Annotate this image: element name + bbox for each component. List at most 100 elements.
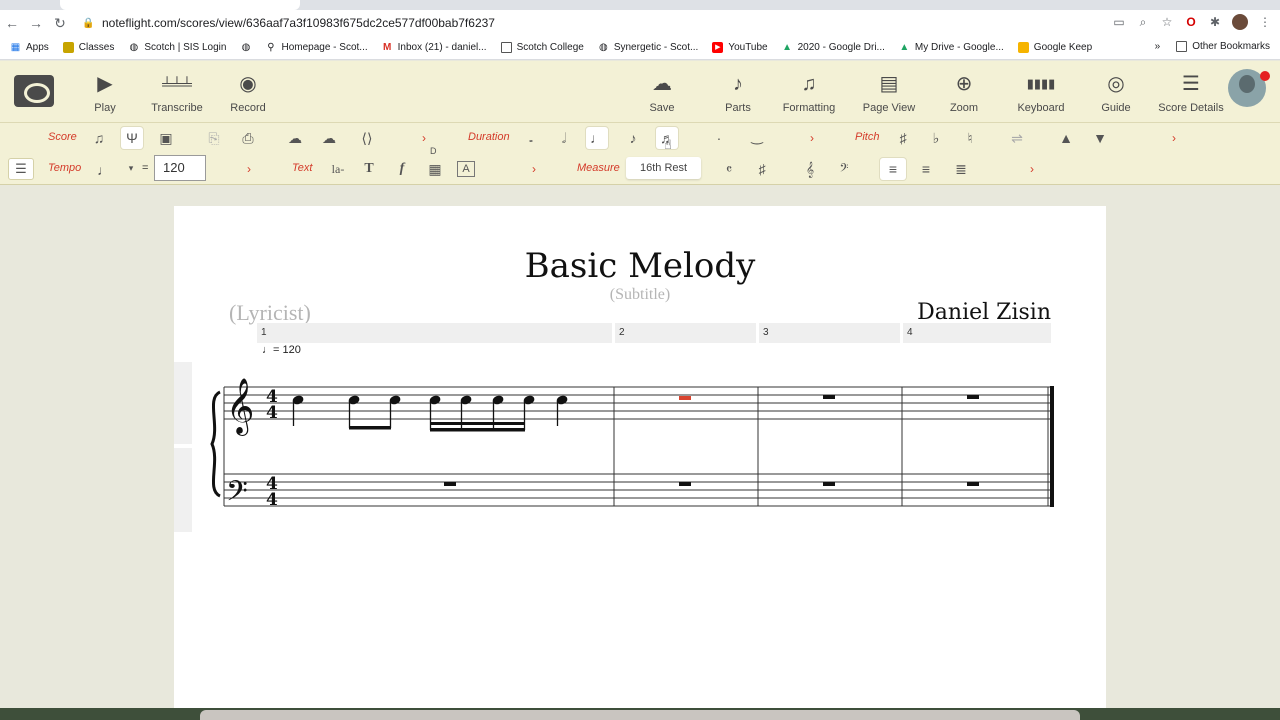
gmail-icon: M — [382, 42, 392, 53]
zoom-icon[interactable]: ⌕ — [1136, 15, 1150, 30]
time-signature-icon[interactable]: 𝄴 — [718, 158, 740, 180]
barline-double-icon[interactable]: ≡ — [915, 158, 937, 180]
macos-dock[interactable] — [200, 710, 1080, 720]
active-tab[interactable] — [60, 0, 300, 10]
whole-rest-m2-bass — [679, 482, 691, 486]
score-title[interactable]: Basic Melody — [174, 246, 1106, 286]
save-button[interactable]: ☁ Save — [642, 71, 682, 114]
bookmark-sis-login[interactable]: ◍ Scotch | SIS Login — [128, 42, 227, 53]
half-note-icon[interactable]: 𝅗𝅥 — [553, 127, 575, 149]
flat-icon[interactable]: ♭ — [925, 127, 947, 149]
list-icon: ☰ — [1182, 73, 1200, 95]
tempo-input[interactable]: 120 — [154, 155, 206, 181]
music-doc-icon: ♫ — [801, 73, 817, 95]
transcribe-button[interactable]: ╧╧╧ Transcribe — [146, 71, 208, 114]
score-details-button[interactable]: ☰ Score Details — [1156, 71, 1226, 114]
browser-profile-avatar[interactable] — [1232, 14, 1248, 30]
natural-icon[interactable]: ♮ — [959, 127, 981, 149]
duration-section-label: Duration — [468, 131, 510, 143]
cast-icon[interactable]: ▭ — [1112, 15, 1126, 29]
bookmark-google-drive-2020[interactable]: ▲ 2020 - Google Dri... — [782, 42, 885, 53]
cloud-download-icon[interactable]: ☁ — [318, 127, 340, 149]
lyric-icon[interactable]: la- — [324, 158, 352, 180]
guide-button[interactable]: ◎ Guide — [1092, 71, 1140, 114]
measure-number-1[interactable]: 1 — [257, 323, 612, 343]
tempo-note-dropdown-icon[interactable]: ▾ — [120, 157, 142, 179]
back-icon[interactable]: ← — [0, 15, 24, 31]
record-button[interactable]: ◉ Record — [226, 71, 270, 114]
play-button[interactable]: ▶ Play — [85, 71, 125, 114]
tuning-fork-icon[interactable]: Ψ — [121, 127, 143, 149]
star-icon[interactable]: ☆ — [1160, 15, 1174, 29]
instrument-guitar-icon[interactable]: ♫ — [88, 127, 110, 149]
score-composer[interactable]: Daniel Zisin — [917, 300, 1051, 325]
bookmark-my-drive[interactable]: ▲ My Drive - Google... — [899, 42, 1003, 53]
measure-number-2[interactable]: 2 — [615, 323, 756, 343]
chord-symbol-icon[interactable]: D ▦ — [424, 146, 446, 180]
forward-icon[interactable]: → — [24, 15, 48, 31]
print-icon[interactable]: ⎙ — [237, 127, 259, 149]
bookmark-apps[interactable]: ▦ Apps — [10, 42, 49, 53]
copy-icon[interactable]: ⎘ — [203, 127, 225, 149]
folder-icon — [500, 42, 512, 53]
opera-extension-icon[interactable]: O — [1184, 15, 1198, 29]
extensions-puzzle-icon[interactable]: ✱ — [1208, 15, 1222, 29]
bookmark-scotch-college[interactable]: Scotch College — [500, 42, 584, 53]
measure-section-label: Measure — [577, 162, 620, 174]
noteflight-logo[interactable] — [14, 75, 54, 107]
zoom-button[interactable]: ⊕ Zoom — [940, 71, 988, 114]
eighth-note-icon[interactable]: ♪ — [622, 127, 644, 149]
drive-icon: ▲ — [899, 42, 910, 53]
keyboard-button[interactable]: ▮▮▮▮ Keyboard — [1012, 71, 1070, 114]
text-icon[interactable]: T — [358, 158, 380, 180]
reload-icon[interactable]: ↻ — [48, 15, 72, 32]
key-signature-icon[interactable]: ♯ — [751, 158, 773, 180]
palette-menu-button[interactable]: ☰ — [8, 158, 34, 180]
bookmark-inbox[interactable]: M Inbox (21) - daniel... — [382, 42, 487, 53]
url-field[interactable]: 🔒 noteflight.com/scores/view/636aaf7a3f1… — [82, 13, 1182, 33]
pitch-more-arrow[interactable]: › — [1172, 131, 1176, 145]
address-bar-row: ← → ↻ 🔒 noteflight.com/scores/view/636aa… — [0, 10, 1280, 36]
rehearsal-mark-icon[interactable]: A — [457, 161, 475, 177]
duration-more-arrow[interactable]: › — [810, 131, 814, 145]
measure-more-arrow[interactable]: › — [1030, 162, 1034, 176]
sharp-icon[interactable]: ♯ — [892, 127, 914, 149]
barline-single-icon[interactable]: ≡ — [880, 158, 906, 180]
score-page[interactable]: Basic Melody (Subtitle) (Lyricist) Danie… — [174, 206, 1106, 720]
tempo-note-icon[interactable]: ♩ — [93, 159, 115, 181]
browser-menu-icon[interactable]: ⋮ — [1258, 15, 1272, 29]
pitch-up-icon[interactable]: ▲ — [1055, 127, 1077, 149]
bookmarks-overflow[interactable]: » — [1155, 41, 1161, 52]
barline-final-icon[interactable]: ≣ — [950, 158, 972, 180]
tempo-more-arrow[interactable]: › — [247, 162, 251, 176]
staff-system[interactable]: 𝄞 𝄢 4 4 4 4 — [174, 356, 1106, 696]
measure-number-3[interactable]: 3 — [759, 323, 900, 343]
formatting-button[interactable]: ♫ Formatting — [780, 71, 838, 114]
tempo-marking[interactable]: ♩= 120 — [262, 344, 301, 356]
score-doc-icon[interactable]: ▣ — [155, 127, 177, 149]
quarter-note-icon[interactable]: ♩ — [586, 127, 608, 149]
parts-button[interactable]: ♪ Parts — [718, 71, 758, 114]
enharmonic-icon[interactable]: ⇌ — [1006, 127, 1028, 149]
score-more-arrow[interactable]: › — [422, 131, 426, 145]
treble-clef-icon[interactable]: 𝄞 — [799, 158, 821, 180]
bookmark-classes[interactable]: Classes — [62, 42, 114, 53]
dynamic-icon[interactable]: f — [391, 158, 413, 180]
dot-icon[interactable]: · — [708, 127, 730, 149]
folder-icon — [62, 42, 74, 53]
bookmark-youtube[interactable]: ▶ YouTube — [712, 42, 768, 53]
text-more-arrow[interactable]: › — [532, 162, 536, 176]
whole-note-icon[interactable]: 𝅝 — [520, 129, 542, 151]
measure-number-4[interactable]: 4 — [903, 323, 1051, 343]
tie-icon[interactable]: ‿ — [746, 125, 768, 147]
bookmark-synergetic[interactable]: ◍ Synergetic - Scot... — [598, 42, 698, 53]
bookmark-google-keep[interactable]: Google Keep — [1017, 42, 1092, 53]
page-view-button[interactable]: ▤ Page View — [860, 71, 918, 114]
embed-code-icon[interactable]: ⟨⟩ — [356, 127, 378, 149]
cloud-upload-icon[interactable]: ☁ — [284, 127, 306, 149]
bookmark-homepage[interactable]: ⚲ Homepage - Scot... — [265, 42, 367, 53]
bookmark-globe[interactable]: ◍ — [240, 42, 251, 53]
other-bookmarks[interactable]: Other Bookmarks — [1176, 41, 1270, 52]
pitch-down-icon[interactable]: ▼ — [1089, 127, 1111, 149]
bass-clef-icon[interactable]: 𝄢 — [833, 158, 855, 180]
